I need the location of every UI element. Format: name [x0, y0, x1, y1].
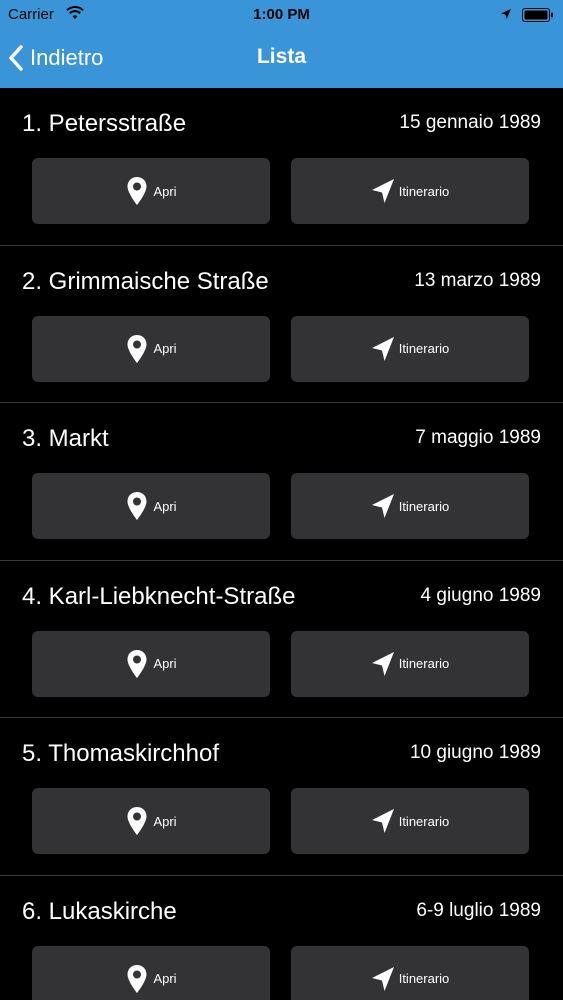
- list-item: 6. Lukaskirche 6-9 luglio 1989 Apri Itin…: [0, 876, 563, 1000]
- item-title: 4. Karl-Liebknecht-Straße: [22, 582, 296, 610]
- route-button[interactable]: Itinerario: [291, 788, 529, 854]
- open-button[interactable]: Apri: [32, 315, 270, 382]
- page-title: Lista: [256, 45, 306, 68]
- status-bar: Carrier 1:00 PM: [0, 0, 563, 30]
- map-pin-icon: [127, 807, 147, 835]
- route-button[interactable]: Itinerario: [291, 630, 529, 697]
- open-button[interactable]: Apri: [32, 158, 270, 224]
- navigation-arrow-icon: [371, 809, 394, 833]
- item-date: 10 giugno 1989: [409, 742, 541, 763]
- map-pin-icon: [127, 177, 147, 205]
- map-pin-icon: [127, 334, 147, 363]
- navigation-arrow-icon: [371, 179, 394, 203]
- navigation-arrow-icon: [371, 494, 394, 518]
- list-item: 3. Markt 7 maggio 1989 Apri Itinerario: [0, 403, 563, 561]
- item-title: 5. Thomaskirchhof: [22, 740, 219, 767]
- route-button[interactable]: Itinerario: [291, 473, 529, 539]
- open-button-label: Apri: [153, 656, 177, 671]
- route-button[interactable]: Itinerario: [291, 315, 529, 382]
- open-button[interactable]: Apri: [32, 473, 270, 539]
- item-title: 6. Lukaskirche: [22, 897, 177, 925]
- item-title: 2. Grimmaische Straße: [22, 267, 269, 295]
- navigation-arrow-icon: [371, 336, 394, 361]
- battery-icon: [522, 8, 553, 22]
- route-button-label: Itinerario: [398, 183, 450, 199]
- navigation-arrow-icon: [371, 966, 394, 991]
- item-date: 6-9 luglio 1989: [416, 899, 541, 921]
- open-button-label: Apri: [153, 813, 177, 829]
- map-pin-icon: [127, 964, 147, 993]
- status-time: 1:00 PM: [253, 6, 310, 23]
- open-button[interactable]: Apri: [32, 788, 270, 854]
- route-button-label: Itinerario: [398, 813, 450, 829]
- route-button-label: Itinerario: [398, 498, 450, 514]
- item-date: 4 giugno 1989: [420, 584, 541, 606]
- header: Carrier 1:00 PM Indietro Lista: [0, 0, 563, 88]
- list-item: 1. Petersstraße 15 gennaio 1989 Apri Iti…: [0, 88, 563, 246]
- map-pin-icon: [127, 492, 147, 520]
- navigation-arrow-icon: [371, 651, 394, 676]
- open-button-label: Apri: [153, 971, 177, 986]
- list-item: 4. Karl-Liebknecht-Straße 4 giugno 1989 …: [0, 561, 563, 718]
- list-item: 5. Thomaskirchhof 10 giugno 1989 Apri It…: [0, 718, 563, 876]
- route-button-label: Itinerario: [398, 341, 450, 356]
- item-title: 1. Petersstraße: [22, 110, 187, 137]
- navigation-bar: Indietro Lista: [0, 30, 563, 88]
- item-title: 3. Markt: [22, 425, 109, 452]
- route-button[interactable]: Itinerario: [291, 945, 529, 1000]
- open-button-label: Apri: [153, 341, 177, 356]
- list-item: 2. Grimmaische Straße 13 marzo 1989 Apri…: [0, 246, 563, 403]
- open-button[interactable]: Apri: [32, 630, 270, 697]
- location-arrow-icon: [501, 9, 511, 19]
- location-list: 1. Petersstraße 15 gennaio 1989 Apri Iti…: [0, 88, 563, 1000]
- map-pin-icon: [127, 649, 147, 678]
- open-button-label: Apri: [153, 498, 177, 514]
- item-date: 7 maggio 1989: [415, 427, 541, 448]
- route-button-label: Itinerario: [398, 971, 450, 986]
- open-button[interactable]: Apri: [32, 945, 270, 1000]
- route-button-label: Itinerario: [398, 656, 450, 671]
- route-button[interactable]: Itinerario: [291, 158, 529, 224]
- open-button-label: Apri: [153, 183, 177, 199]
- item-date: 13 marzo 1989: [414, 269, 541, 291]
- item-date: 15 gennaio 1989: [399, 112, 541, 133]
